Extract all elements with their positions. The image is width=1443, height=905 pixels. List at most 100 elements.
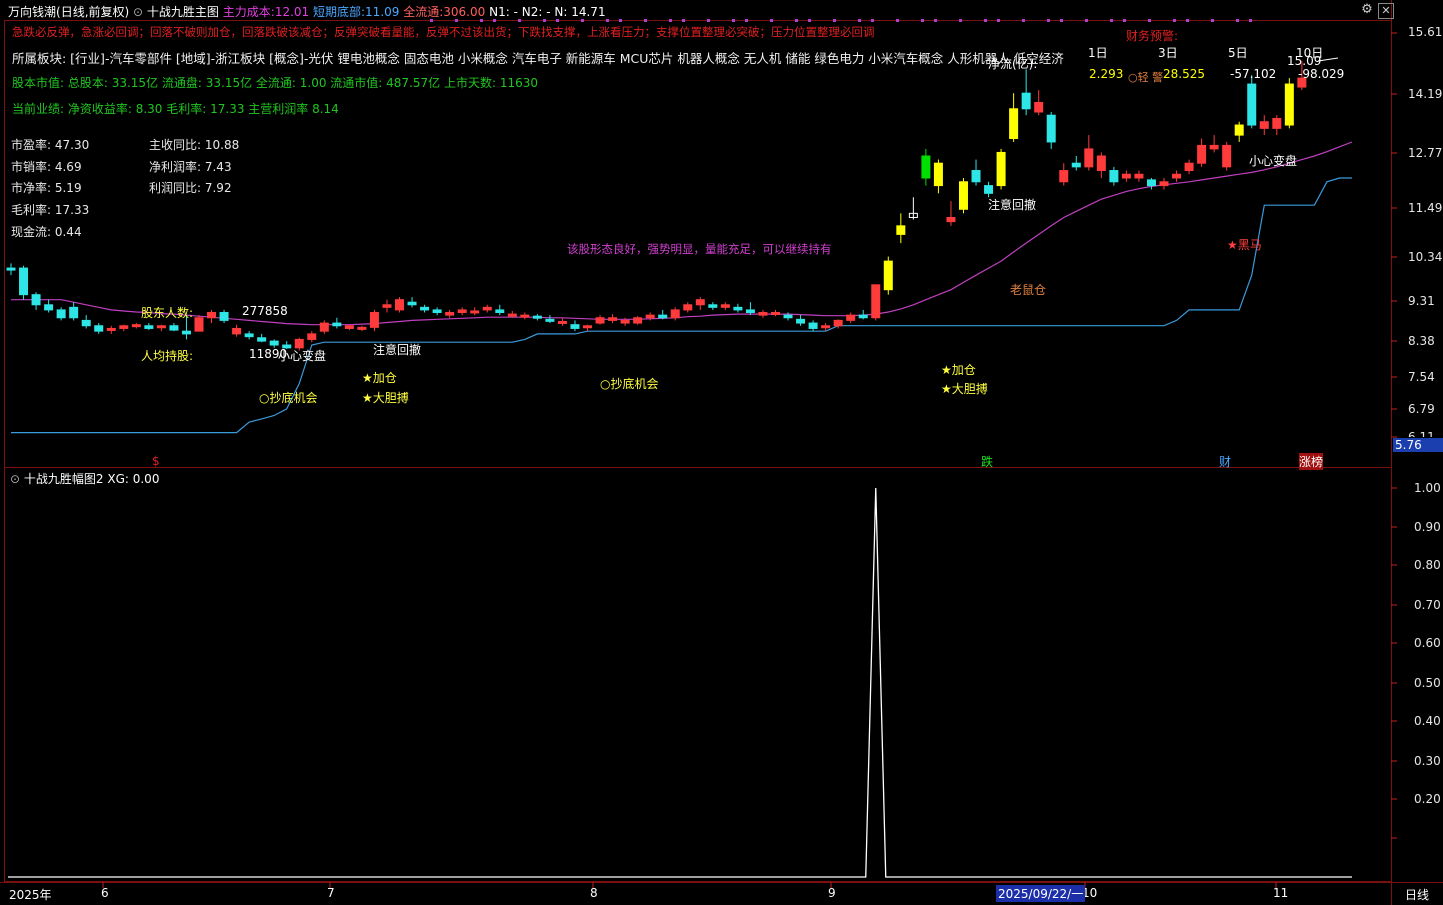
candle xyxy=(708,304,718,308)
event-dot xyxy=(1236,19,1239,22)
title-bar: 万向钱潮(日线,前复权) ⊙ 十战九胜主图 主力成本:12.01 短期底部:11… xyxy=(8,3,606,20)
pullback-label-2: 注意回撤 xyxy=(988,198,1037,212)
time-label: 6 xyxy=(101,886,109,900)
event-dot xyxy=(984,19,987,22)
net-margin: 净利润率: 7.43 xyxy=(149,159,232,174)
candle xyxy=(131,324,141,328)
avg-holding-label: 人均持股: xyxy=(141,349,194,363)
candle xyxy=(1272,117,1282,129)
event-dot xyxy=(934,19,937,22)
bottom-chance-2: ○抄底机会 xyxy=(600,377,659,391)
event-dot xyxy=(959,19,962,22)
event-dot xyxy=(871,19,874,22)
sub-panel-icon[interactable]: ⊙ xyxy=(10,472,20,486)
price-tick: 6.11 xyxy=(1408,430,1435,437)
flow-period-1d: 1日 xyxy=(1088,46,1108,60)
performance-line: 当前业绩: 净资收益率: 8.30 毛利率: 17.33 主营利润率 8.14 xyxy=(12,102,339,116)
bottom-chance-1: ○抄底机会 xyxy=(259,391,318,405)
candle xyxy=(19,267,29,296)
fall-marker[interactable]: 跌 xyxy=(981,453,993,470)
event-dot xyxy=(682,19,685,22)
candle xyxy=(232,327,242,335)
short-bottom-value: 11.09 xyxy=(365,5,400,19)
event-dot xyxy=(1110,19,1113,22)
period-label[interactable]: (日线,前复权) xyxy=(56,5,129,19)
indicator-icon[interactable]: ⊙ xyxy=(133,5,143,19)
candle xyxy=(56,309,66,319)
cash-flow: 现金流: 0.44 xyxy=(11,224,82,239)
candle xyxy=(257,337,267,342)
time-label: 8 xyxy=(590,886,598,900)
close-icon[interactable]: ✕ xyxy=(1378,3,1394,19)
finance-marker[interactable]: 财 xyxy=(1219,453,1231,470)
time-label: 7 xyxy=(327,886,335,900)
candle xyxy=(407,301,417,306)
settings-icon[interactable]: ⚙ xyxy=(1360,3,1374,17)
candle xyxy=(871,284,881,319)
flow-value-1d: 2.293 xyxy=(1089,67,1124,81)
dark-horse-label: ★黑马 xyxy=(1227,238,1262,252)
event-dot xyxy=(1173,19,1176,22)
sub-panel-name[interactable]: 十战九胜幅图2 xyxy=(24,472,104,486)
flow-value-5d: -57.102 xyxy=(1230,67,1277,81)
time-label: 9 xyxy=(828,886,836,900)
add-label-2: ★加仓 xyxy=(941,363,976,377)
candle xyxy=(570,324,580,329)
time-label: 2025年 xyxy=(9,888,52,902)
indicator-name[interactable]: 十战九胜主图 xyxy=(147,5,219,19)
revenue-yoy: 主收同比: 10.88 xyxy=(149,138,240,152)
candle xyxy=(1121,173,1131,179)
n-label: N: 14.71 xyxy=(554,5,606,19)
sub-tick: 0.20 xyxy=(1414,792,1441,806)
price-tick: 12.77 xyxy=(1408,146,1443,160)
support-line xyxy=(11,177,1352,434)
candle xyxy=(445,312,455,316)
pb-ratio: 市净率: 5.19 xyxy=(11,181,82,196)
xg-line xyxy=(8,487,1352,878)
stock-name[interactable]: 万向钱潮 xyxy=(8,5,56,19)
candle xyxy=(307,333,317,340)
event-dot xyxy=(619,19,622,22)
candle xyxy=(557,320,567,324)
candle xyxy=(808,322,818,329)
price-tick: 14.19 xyxy=(1408,87,1443,101)
dollar-marker[interactable]: $ xyxy=(152,454,160,468)
candle xyxy=(169,325,179,331)
candle xyxy=(770,312,780,316)
candle xyxy=(796,318,806,324)
candle xyxy=(432,309,442,314)
candle xyxy=(94,325,104,332)
event-dot xyxy=(896,19,899,22)
period-switch[interactable]: 日线 xyxy=(1405,886,1429,903)
bold-label-2: ★大胆搏 xyxy=(941,382,988,396)
limit-list-marker[interactable]: 涨榜 xyxy=(1299,453,1324,470)
candle xyxy=(69,306,79,319)
finance-left: 市盈率: 47.30 市销率: 4.69 市净率: 5.19 毛利率: 17.3… xyxy=(11,135,89,244)
candle xyxy=(482,306,492,311)
float-value: 306.00 xyxy=(443,5,486,19)
cost-value: 12.01 xyxy=(274,5,310,19)
candle xyxy=(319,322,329,332)
candle xyxy=(758,312,768,316)
sub-tick: 0.60 xyxy=(1414,636,1441,650)
high-price-label: 15.09 xyxy=(1287,54,1322,68)
xg-value: XG: 0.00 xyxy=(107,472,160,486)
gross-margin: 毛利率: 17.33 xyxy=(11,203,90,218)
candle xyxy=(996,151,1006,187)
candle xyxy=(181,330,191,335)
ps-ratio: 市销率: 4.69 xyxy=(11,159,82,174)
flow-period-3d: 3日 xyxy=(1158,46,1178,60)
candle xyxy=(645,314,655,319)
candle xyxy=(344,325,354,329)
event-dot xyxy=(1211,19,1214,22)
candle xyxy=(1096,155,1106,172)
candle xyxy=(1197,144,1207,164)
price-tick: 10.34 xyxy=(1408,250,1443,264)
flow-value-3d: 28.525 xyxy=(1163,67,1205,81)
candle xyxy=(6,267,16,271)
candle xyxy=(971,170,981,183)
candle xyxy=(608,317,618,321)
candle xyxy=(946,216,956,223)
candle xyxy=(144,325,154,329)
candle xyxy=(1084,148,1094,168)
